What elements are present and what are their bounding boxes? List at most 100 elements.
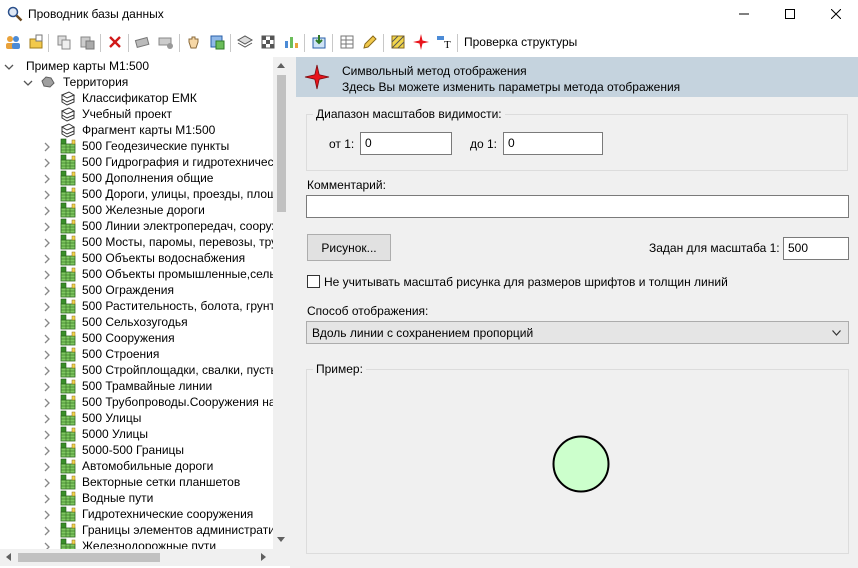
chevron-right-icon[interactable] [42, 253, 52, 264]
vertical-scroll-thumb[interactable] [277, 75, 286, 212]
check-structure-button[interactable]: Проверка структуры [461, 35, 580, 49]
tree-item-label: 500 Сельхозугодья [82, 315, 188, 329]
new-folder-icon[interactable] [27, 33, 45, 51]
chevron-right-icon[interactable] [42, 413, 52, 424]
delete-icon[interactable] [106, 33, 124, 51]
tree-vertical-scrollbar[interactable] [273, 57, 290, 549]
maximize-button[interactable] [767, 0, 813, 28]
tree-item[interactable]: 500 Строения [0, 346, 273, 362]
link-icon[interactable] [157, 33, 175, 51]
text-format-icon[interactable]: T [435, 33, 453, 51]
tree-item[interactable]: 500 Ограждения [0, 282, 273, 298]
picture-button[interactable]: Рисунок... [307, 234, 391, 261]
tree-item[interactable]: 500 Объекты водоснабжения [0, 250, 273, 266]
layers-icon[interactable] [236, 33, 254, 51]
tree-item[interactable]: Классификатор ЕМК [0, 90, 273, 106]
import-icon[interactable] [310, 33, 328, 51]
tree-item[interactable]: Водные пути [0, 490, 273, 506]
tree-item[interactable]: Гидротехнические сооружения [0, 506, 273, 522]
tree-item[interactable]: 5000 Улицы [0, 426, 273, 442]
tree-item[interactable]: 500 Трубопроводы.Сооружения на [0, 394, 273, 410]
chevron-right-icon[interactable] [42, 301, 52, 312]
chevron-right-icon[interactable] [42, 477, 52, 488]
chevron-right-icon[interactable] [42, 333, 52, 344]
tree-item[interactable]: Учебный проект [0, 106, 273, 122]
comment-input[interactable] [306, 195, 849, 218]
tree-item[interactable]: 500 Геодезические пункты [0, 138, 273, 154]
chevron-right-icon[interactable] [42, 509, 52, 520]
bar-chart-icon[interactable] [282, 33, 300, 51]
tree-item-territory[interactable]: Территория [0, 74, 273, 90]
tree-item[interactable]: 500 Железные дороги [0, 202, 273, 218]
chevron-right-icon[interactable] [42, 237, 52, 248]
chevron-down-icon[interactable] [23, 77, 33, 87]
scroll-left-arrow-icon[interactable] [6, 553, 11, 561]
hand-icon[interactable] [185, 33, 203, 51]
scale-set-input[interactable]: 500 [783, 237, 849, 260]
tree-item[interactable]: 500 Стройплощадки, свалки, пусть [0, 362, 273, 378]
striped-box-icon[interactable] [389, 33, 407, 51]
tree-item[interactable]: 500 Дороги, улицы, проезды, площ [0, 186, 273, 202]
chevron-right-icon[interactable] [42, 365, 52, 376]
from-scale-input[interactable]: 0 [360, 132, 452, 155]
horizontal-scroll-thumb[interactable] [18, 553, 160, 562]
tree-root-item[interactable]: Пример карты М1:500 [0, 58, 273, 74]
table-icon[interactable] [338, 33, 356, 51]
tree-item[interactable]: 500 Растительность, болота, грунты [0, 298, 273, 314]
symbol-icon[interactable] [412, 33, 430, 51]
scroll-right-arrow-icon[interactable] [261, 553, 266, 561]
tree-item[interactable]: Границы элементов административ [0, 522, 273, 538]
tree-item[interactable]: Железнодорожные пути [0, 538, 273, 549]
tree-item[interactable]: Фрагмент карты М1:500 [0, 122, 273, 138]
chevron-right-icon[interactable] [42, 189, 52, 200]
tree-horizontal-scrollbar[interactable] [0, 549, 273, 566]
chevron-right-icon[interactable] [42, 221, 52, 232]
tree-item[interactable]: 500 Сооружения [0, 330, 273, 346]
copy-icon[interactable] [55, 33, 73, 51]
chevron-right-icon[interactable] [42, 285, 52, 296]
display-method-select[interactable]: Вдоль линии с сохранением пропорций [306, 321, 849, 344]
chevron-right-icon[interactable] [42, 141, 52, 152]
chevron-right-icon[interactable] [42, 429, 52, 440]
chevron-right-icon[interactable] [42, 349, 52, 360]
paste-icon[interactable] [78, 33, 96, 51]
tree-item[interactable]: 500 Объекты промышленные,сель [0, 266, 273, 282]
chevron-right-icon[interactable] [42, 205, 52, 216]
tree-item[interactable]: Автомобильные дороги [0, 458, 273, 474]
tree-item[interactable]: 500 Трамвайные линии [0, 378, 273, 394]
tree-item[interactable]: 500 Гидрография и гидротехничес [0, 154, 273, 170]
chevron-right-icon[interactable] [42, 381, 52, 392]
minimize-button[interactable] [721, 0, 767, 28]
tree-item[interactable]: 5000-500 Границы [0, 442, 273, 458]
tree-item[interactable]: 500 Дополнения общие [0, 170, 273, 186]
tree-item[interactable]: 500 Сельхозугодья [0, 314, 273, 330]
texture-icon[interactable] [259, 33, 277, 51]
chevron-right-icon[interactable] [42, 445, 52, 456]
chevron-right-icon[interactable] [42, 269, 52, 280]
tree-item[interactable]: 500 Линии электропередач, сооруж [0, 218, 273, 234]
scroll-down-arrow-icon[interactable] [277, 537, 285, 542]
toolbar-separator [457, 34, 458, 52]
users-icon[interactable] [4, 33, 22, 51]
tree-item[interactable]: 500 Улицы [0, 410, 273, 426]
magnifier-app-icon [7, 6, 23, 22]
scroll-up-arrow-icon[interactable] [277, 63, 285, 68]
close-button[interactable] [813, 0, 858, 28]
chevron-right-icon[interactable] [42, 397, 52, 408]
chevron-right-icon[interactable] [42, 541, 52, 549]
chevron-right-icon[interactable] [42, 317, 52, 328]
tree-item[interactable]: Векторные сетки планшетов [0, 474, 273, 490]
tree-item-label: Пример карты М1:500 [26, 59, 150, 73]
chevron-right-icon[interactable] [42, 461, 52, 472]
chevron-right-icon[interactable] [42, 525, 52, 536]
add-layer-icon[interactable] [208, 33, 226, 51]
chevron-right-icon[interactable] [42, 157, 52, 168]
pencil-icon[interactable] [361, 33, 379, 51]
ignore-scale-checkbox[interactable] [307, 275, 320, 288]
chevron-right-icon[interactable] [42, 173, 52, 184]
chevron-right-icon[interactable] [42, 493, 52, 504]
cut-icon[interactable] [134, 33, 152, 51]
to-scale-input[interactable]: 0 [503, 132, 603, 155]
chevron-down-icon[interactable] [4, 61, 14, 71]
tree-item[interactable]: 500 Мосты, паромы, перевозы, тру [0, 234, 273, 250]
